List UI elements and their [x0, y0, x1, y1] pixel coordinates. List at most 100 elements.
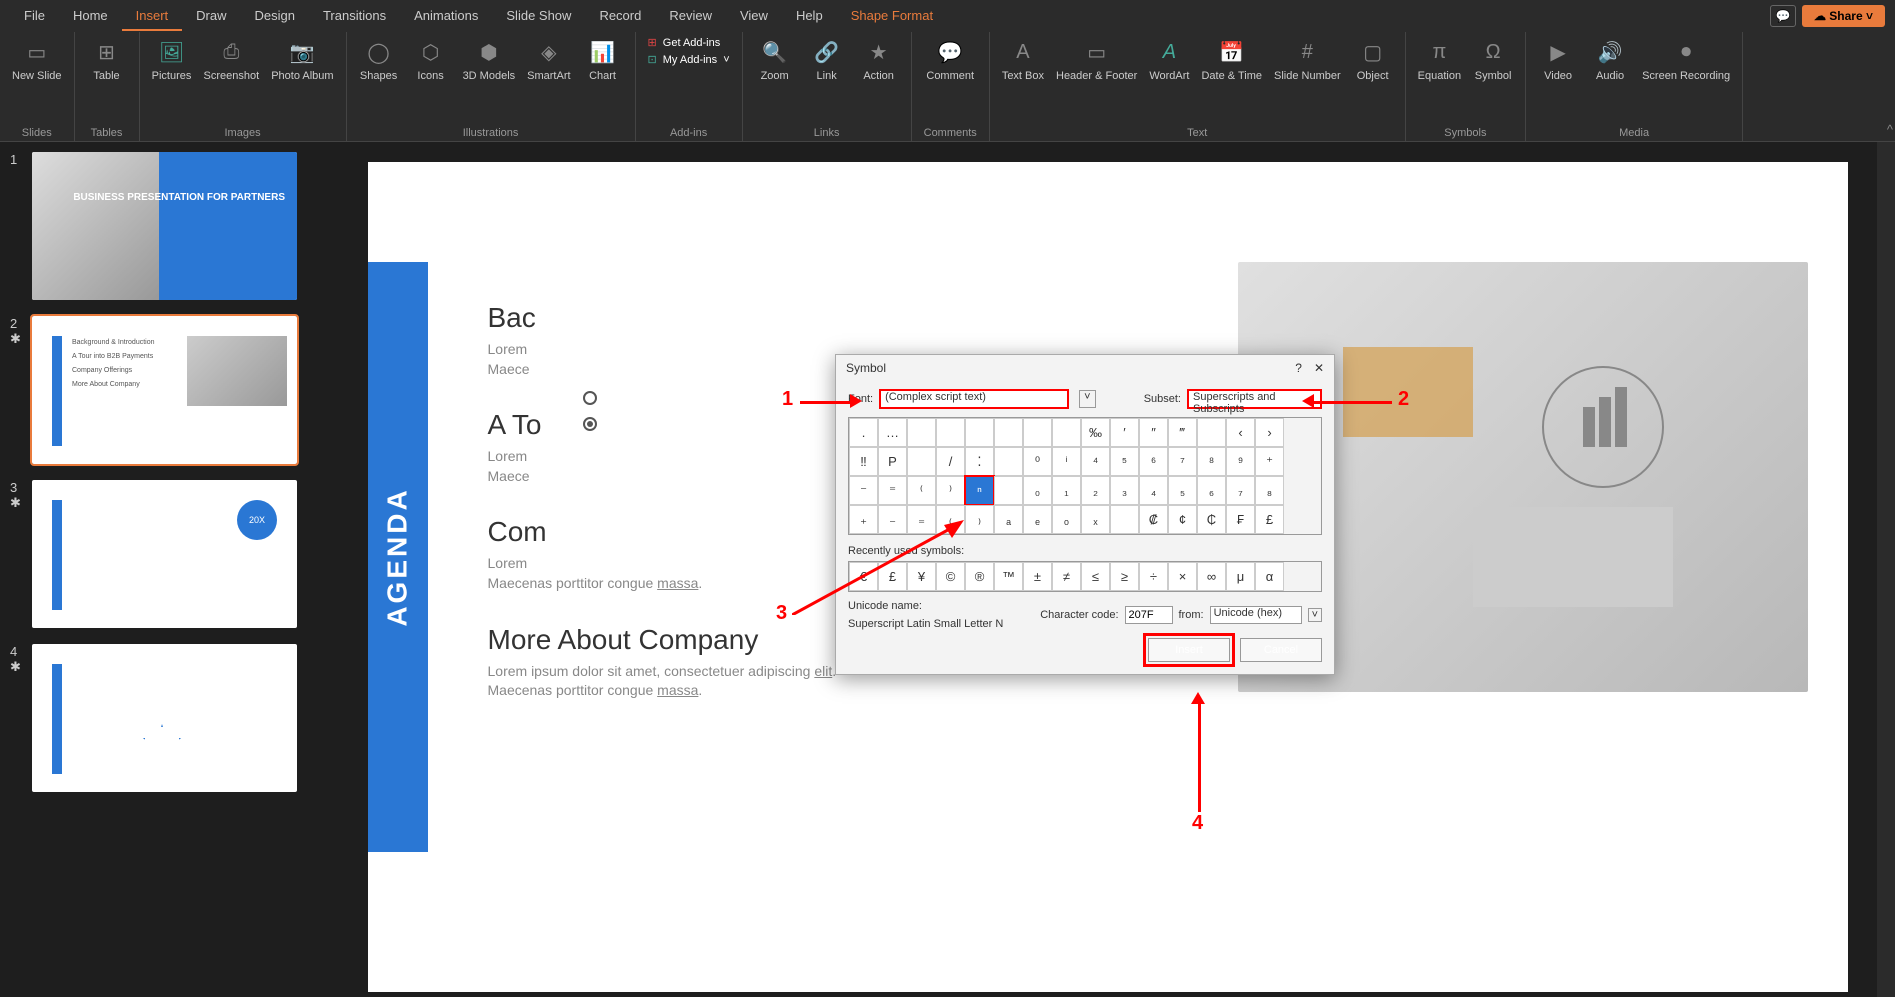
- char-cell[interactable]: ⁹: [1226, 447, 1255, 476]
- symbol-button[interactable]: ΩSymbol: [1473, 36, 1513, 82]
- menu-draw[interactable]: Draw: [182, 2, 240, 31]
- header-footer-button[interactable]: ▭Header & Footer: [1056, 36, 1137, 82]
- char-cell[interactable]: ′: [1110, 418, 1139, 447]
- char-cell[interactable]: [965, 418, 994, 447]
- char-cell[interactable]: ‴: [1168, 418, 1197, 447]
- char-cell[interactable]: [1023, 418, 1052, 447]
- table-button[interactable]: ⊞Table: [87, 36, 127, 82]
- char-cell[interactable]: ₁: [1052, 476, 1081, 505]
- char-cell[interactable]: ‼: [849, 447, 878, 476]
- char-cell[interactable]: ₣: [1226, 505, 1255, 534]
- from-dropdown-icon[interactable]: ˅: [1308, 608, 1322, 622]
- chart-button[interactable]: 📊Chart: [583, 36, 623, 82]
- menu-record[interactable]: Record: [585, 2, 655, 31]
- recent-char-cell[interactable]: μ: [1226, 562, 1255, 591]
- comment-button[interactable]: 💬Comment: [926, 36, 974, 82]
- menu-home[interactable]: Home: [59, 2, 122, 31]
- char-cell[interactable]: ⁼: [878, 476, 907, 505]
- menu-file[interactable]: File: [10, 2, 59, 31]
- char-cell[interactable]: ₂: [1081, 476, 1110, 505]
- comments-pane-icon[interactable]: 💬: [1770, 5, 1796, 27]
- char-cell[interactable]: ₡: [1139, 505, 1168, 534]
- font-dropdown-icon[interactable]: ˅: [1079, 390, 1095, 408]
- char-cell[interactable]: [994, 447, 1023, 476]
- menu-view[interactable]: View: [726, 2, 782, 31]
- char-cell[interactable]: ⁴: [1081, 447, 1110, 476]
- menu-design[interactable]: Design: [241, 2, 309, 31]
- models-button[interactable]: ⬢3D Models: [463, 36, 516, 82]
- menu-slideshow[interactable]: Slide Show: [492, 2, 585, 31]
- recent-char-cell[interactable]: ≤: [1081, 562, 1110, 591]
- char-cell[interactable]: ¢: [1168, 505, 1197, 534]
- recent-char-cell[interactable]: ™: [994, 562, 1023, 591]
- recent-char-cell[interactable]: ∞: [1197, 562, 1226, 591]
- menu-help[interactable]: Help: [782, 2, 837, 31]
- action-button[interactable]: ★Action: [859, 36, 899, 82]
- char-cell[interactable]: ₵: [1197, 505, 1226, 534]
- char-cell[interactable]: ₃: [1110, 476, 1139, 505]
- cancel-button[interactable]: Cancel: [1240, 638, 1322, 662]
- recent-char-cell[interactable]: ®: [965, 562, 994, 591]
- wordart-button[interactable]: AWordArt: [1149, 36, 1189, 82]
- char-cell[interactable]: ₇: [1226, 476, 1255, 505]
- my-addins-button[interactable]: ⊡ My Add-ins ˅: [648, 53, 730, 66]
- video-button[interactable]: ▶Video: [1538, 36, 1578, 82]
- slide-thumb-4[interactable]: [32, 644, 297, 792]
- char-cell[interactable]: ⁷: [1168, 447, 1197, 476]
- char-cell[interactable]: ″: [1139, 418, 1168, 447]
- char-cell[interactable]: [994, 418, 1023, 447]
- pictures-button[interactable]: 🖼Pictures: [152, 36, 192, 82]
- char-cell[interactable]: ⁰: [1023, 447, 1052, 476]
- slide-number-button[interactable]: #Slide Number: [1274, 36, 1341, 82]
- slide-thumb-2[interactable]: Background & IntroductionA Tour into B2B…: [32, 316, 297, 464]
- char-cell[interactable]: ₆: [1197, 476, 1226, 505]
- recent-char-cell[interactable]: α: [1255, 562, 1284, 591]
- icons-button[interactable]: ⬡Icons: [411, 36, 451, 82]
- menu-transitions[interactable]: Transitions: [309, 2, 400, 31]
- get-addins-button[interactable]: ⊞ Get Add-ins: [648, 36, 730, 49]
- close-icon[interactable]: ✕: [1314, 361, 1324, 375]
- char-cell[interactable]: ₒ: [1052, 505, 1081, 534]
- char-cell[interactable]: ⁿ: [965, 476, 994, 505]
- smartart-button[interactable]: ◈SmartArt: [527, 36, 570, 82]
- char-cell[interactable]: ⁾: [936, 476, 965, 505]
- char-cell[interactable]: [1052, 418, 1081, 447]
- char-cell[interactable]: ₐ: [994, 505, 1023, 534]
- textbox-button[interactable]: AText Box: [1002, 36, 1044, 82]
- char-cell[interactable]: /: [936, 447, 965, 476]
- char-cell[interactable]: ⁽: [907, 476, 936, 505]
- char-cell[interactable]: ‰: [1081, 418, 1110, 447]
- char-cell[interactable]: ⁱ: [1052, 447, 1081, 476]
- char-cell[interactable]: ›: [1255, 418, 1284, 447]
- menu-review[interactable]: Review: [655, 2, 726, 31]
- insert-button[interactable]: Insert: [1148, 638, 1230, 662]
- char-cell[interactable]: ⁚: [965, 447, 994, 476]
- char-cell[interactable]: ₈: [1255, 476, 1284, 505]
- char-cell[interactable]: .: [849, 418, 878, 447]
- char-cell[interactable]: ₎: [965, 505, 994, 534]
- photo-album-button[interactable]: 📷Photo Album: [271, 36, 333, 82]
- recent-char-cell[interactable]: ÷: [1139, 562, 1168, 591]
- menu-insert[interactable]: Insert: [122, 2, 183, 31]
- screenshot-button[interactable]: ⎙Screenshot: [204, 36, 260, 82]
- char-cell[interactable]: P: [878, 447, 907, 476]
- char-cell[interactable]: ⁻: [849, 476, 878, 505]
- from-select[interactable]: Unicode (hex): [1210, 606, 1302, 624]
- slide-thumb-1[interactable]: BUSINESS PRESENTATION FOR PARTNERS: [32, 152, 297, 300]
- char-cell[interactable]: £: [1255, 505, 1284, 534]
- menu-shape-format[interactable]: Shape Format: [837, 2, 947, 31]
- equation-button[interactable]: πEquation: [1418, 36, 1461, 82]
- char-cell[interactable]: [1197, 418, 1226, 447]
- menu-animations[interactable]: Animations: [400, 2, 492, 31]
- zoom-button[interactable]: 🔍Zoom: [755, 36, 795, 82]
- char-cell[interactable]: …: [878, 418, 907, 447]
- font-select[interactable]: (Complex script text): [879, 389, 1069, 409]
- char-cell[interactable]: ⁵: [1110, 447, 1139, 476]
- char-cell[interactable]: ⁸: [1197, 447, 1226, 476]
- char-cell[interactable]: ₅: [1168, 476, 1197, 505]
- char-cell[interactable]: ₀: [1023, 476, 1052, 505]
- char-cell[interactable]: [936, 418, 965, 447]
- char-cell[interactable]: ₄: [1139, 476, 1168, 505]
- screen-recording-button[interactable]: ⏺Screen Recording: [1642, 36, 1730, 82]
- char-cell[interactable]: ₓ: [1081, 505, 1110, 534]
